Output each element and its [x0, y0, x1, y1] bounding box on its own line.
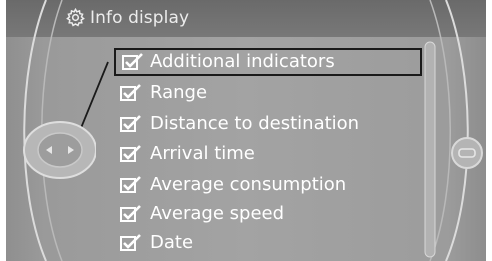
checkbox-checked-icon[interactable]	[120, 176, 142, 194]
menu-item-label: Average consumption	[150, 174, 347, 195]
menu-item-average-speed[interactable]: Average speed	[118, 201, 418, 227]
checkbox-checked-icon[interactable]	[120, 205, 142, 223]
checkbox-checked-icon[interactable]	[120, 234, 142, 252]
menu-item-distance-to-destination[interactable]: Distance to destination	[118, 111, 418, 137]
menu-item-label: Distance to destination	[150, 113, 360, 134]
checkbox-checked-icon[interactable]	[120, 145, 142, 163]
checkbox-checked-icon[interactable]	[120, 84, 142, 102]
menu-item-label: Additional indicators	[150, 51, 335, 72]
menu-item-additional-indicators[interactable]: Additional indicators	[114, 48, 422, 76]
page-title: Info display	[90, 8, 190, 28]
menu-item-date[interactable]: Date	[118, 230, 418, 256]
menu-item-range[interactable]: Range	[118, 80, 418, 106]
checkbox-checked-icon[interactable]	[120, 115, 142, 133]
menu-item-arrival-time[interactable]: Arrival time	[118, 141, 418, 167]
gear-icon	[66, 8, 85, 27]
info-display-screen: Info display Additional indicators Range…	[6, 0, 486, 261]
controller-knob-icon[interactable]	[16, 120, 96, 180]
menu-item-label: Range	[150, 82, 208, 103]
option-button-icon[interactable]	[450, 136, 484, 170]
checkbox-checked-icon[interactable]	[122, 53, 144, 71]
menu-item-label: Average speed	[150, 203, 285, 224]
header-bar: Info display	[6, 0, 486, 37]
menu-item-average-consumption[interactable]: Average consumption	[118, 172, 418, 198]
menu-item-label: Date	[150, 232, 194, 253]
menu-item-label: Arrival time	[150, 143, 255, 164]
